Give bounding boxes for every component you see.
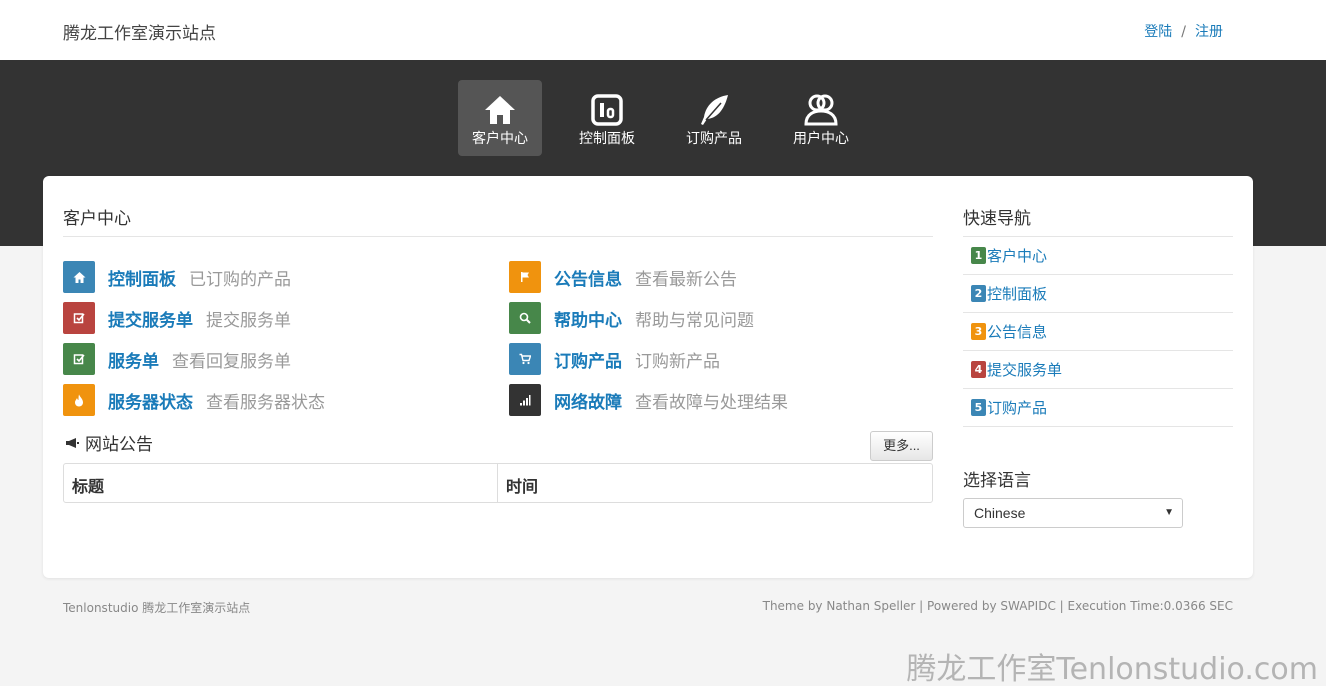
link-announcements[interactable]: 公告信息 查看最新公告 [509,261,737,293]
top-bar: 腾龙工作室演示站点 登陆 / 注册 [0,0,1326,60]
link-tickets[interactable]: 服务单 查看回复服务单 [63,343,291,375]
link-desc: 订购新产品 [635,351,720,372]
users-icon [804,94,838,126]
cart-icon [509,343,541,375]
nav-item-control-panel[interactable]: 控制面板 [565,80,649,156]
sidebar-item-order-products[interactable]: 5 订购产品 [963,389,1233,427]
number-badge: 3 [971,323,986,340]
sidebar-title: 快速导航 [963,209,1031,229]
site-title[interactable]: 腾龙工作室演示站点 [63,19,216,44]
language-selected: Chinese [974,505,1026,521]
fire-icon [63,384,95,416]
nav-label: 订购产品 [686,131,742,147]
watermark: 腾龙工作室Tenlonstudio.com [906,652,1318,686]
column-header-time: 时间 [506,477,539,496]
feather-icon [701,95,728,125]
column-header-title: 标题 [64,464,498,502]
sidebar-list: 1 客户中心 2 控制面板 3 公告信息 4 提交服务单 5 订购产品 [963,236,1233,427]
link-submit-ticket[interactable]: 提交服务单 提交服务单 [63,302,291,334]
nav-item-user-center[interactable]: 用户中心 [779,80,863,156]
number-badge: 5 [971,399,986,416]
nav-item-customer-center[interactable]: 客户中心 [458,80,542,156]
section-title: 客户中心 [63,209,131,229]
link-control-panel[interactable]: 控制面板 已订购的产品 [63,261,291,293]
footer-left: Tenlonstudio 腾龙工作室演示站点 [63,601,251,615]
link-server-status[interactable]: 服务器状态 查看服务器状态 [63,384,325,416]
link-title[interactable]: 公告信息 [554,265,622,290]
auth-links: 登陆 / 注册 [1144,21,1223,41]
edit-icon [63,302,95,334]
link-title[interactable]: 服务器状态 [108,388,193,413]
language-select[interactable]: Chinese ▼ [963,498,1183,528]
sidebar-item-label: 客户中心 [987,247,1048,265]
signal-icon [509,384,541,416]
home-icon [63,261,95,293]
dashboard-icon [591,94,623,126]
auth-separator: / [1181,24,1186,40]
sidebar-item-label: 控制面板 [987,285,1048,303]
link-desc: 提交服务单 [206,310,291,331]
link-title[interactable]: 帮助中心 [554,306,622,331]
sidebar-item-announcements[interactable]: 3 公告信息 [963,313,1233,351]
link-network-faults[interactable]: 网络故障 查看故障与处理结果 [509,384,788,416]
notice-title-text: 网站公告 [85,435,153,455]
number-badge: 2 [971,285,986,302]
link-title[interactable]: 提交服务单 [108,306,193,331]
link-desc: 查看服务器状态 [206,392,325,413]
number-badge: 4 [971,361,986,378]
sidebar-item-label: 订购产品 [987,399,1048,417]
sidebar-item-label: 公告信息 [987,323,1048,341]
nav-item-order-products[interactable]: 订购产品 [672,80,756,156]
more-button[interactable]: 更多... [870,431,933,461]
main-panel: 客户中心 控制面板 已订购的产品 公告信息 查看最新公告 提交服务单 提交服务单 [43,176,1253,578]
home-icon [485,96,515,124]
sidebar-item-submit-ticket[interactable]: 4 提交服务单 [963,351,1233,389]
link-title[interactable]: 服务单 [108,347,159,372]
notice-table: 标题 时间 [63,463,933,503]
link-title[interactable]: 网络故障 [554,388,622,413]
number-badge: 1 [971,247,986,264]
main-nav: 客户中心 控制面板 订购产品 用户中心 [458,80,886,156]
check-icon [63,343,95,375]
notice-title: 网站公告 [65,430,153,455]
caret-down-icon: ▼ [1164,507,1174,518]
link-title[interactable]: 订购产品 [554,347,622,372]
link-help-center[interactable]: 帮助中心 帮助与常见问题 [509,302,754,334]
search-icon [509,302,541,334]
link-desc: 查看故障与处理结果 [635,392,788,413]
nav-label: 客户中心 [472,131,528,147]
language-title: 选择语言 [963,471,1031,491]
footer-right: Theme by Nathan Speller | Powered by SWA… [762,599,1233,613]
sidebar-item-label: 提交服务单 [987,361,1063,379]
link-desc: 查看回复服务单 [172,351,291,372]
link-order-products[interactable]: 订购产品 订购新产品 [509,343,720,375]
link-desc: 帮助与常见问题 [635,310,754,331]
flag-icon [509,261,541,293]
link-title[interactable]: 控制面板 [108,265,176,290]
nav-label: 控制面板 [579,131,635,147]
sidebar-item-control-panel[interactable]: 2 控制面板 [963,275,1233,313]
login-link[interactable]: 登陆 [1144,24,1172,40]
link-desc: 已订购的产品 [189,269,291,290]
megaphone-icon [66,437,79,448]
register-link[interactable]: 注册 [1195,24,1223,40]
sidebar-item-customer-center[interactable]: 1 客户中心 [963,237,1233,275]
nav-label: 用户中心 [793,131,849,147]
link-desc: 查看最新公告 [635,269,737,290]
section-divider [63,236,933,237]
